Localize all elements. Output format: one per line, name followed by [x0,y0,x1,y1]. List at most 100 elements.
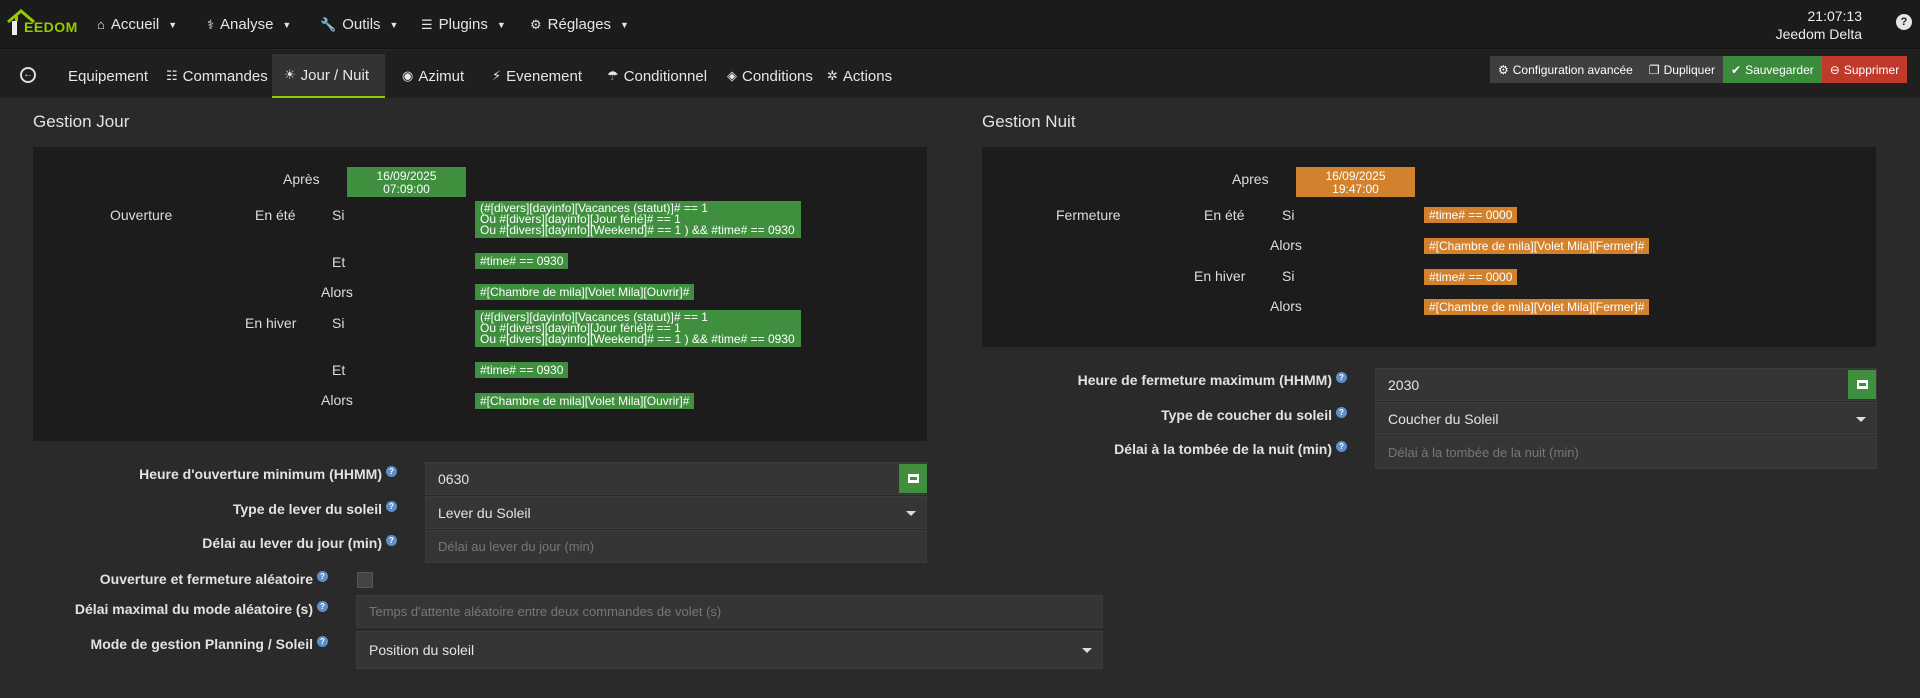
gestion-nuit-title: Gestion Nuit [982,112,1076,131]
ouverture-min-picker-button[interactable] [899,464,927,493]
alors-label: Alors [1270,237,1302,253]
clock: 21:07:13 Jeedom Delta [1776,7,1862,43]
alors-label: Alors [1270,298,1302,314]
menu-label: Plugins [438,16,488,33]
delai-nuit-input[interactable]: Délai à la tombée de la nuit (min) [1375,436,1877,469]
caret-down-icon: ▼ [620,19,629,30]
ete-si-condition: #time# == 0000 [1424,207,1518,223]
fermeture-max-input[interactable]: 2030 [1375,368,1877,401]
help-circle-icon[interactable]: ? [386,466,397,477]
sun-icon: ☀ [284,67,296,82]
lever-type-select[interactable]: Lever du Soleil [425,496,927,529]
caret-down-icon: ▼ [282,19,292,30]
tab-evenement[interactable]: ⚡ Evenement [480,54,594,98]
menu-analyse[interactable]: ⚕ Analyse ▼ [207,0,291,49]
lever-type-label: Type de lever du soleil? [80,501,397,517]
menu-label: Accueil [110,16,160,33]
jour-summary-panel: Après 16/09/2025 07:09:00 Ouverture En é… [33,147,927,441]
ete-label: En été [255,207,296,223]
tab-jour-nuit[interactable]: ☀ Jour / Nuit [272,54,385,98]
save-button[interactable]: ✔ Sauvegarder [1723,56,1822,83]
menu-outils[interactable]: 🔧 Outils ▼ [320,0,398,49]
delete-button[interactable]: ⊖ Supprimer [1821,56,1908,83]
ete-et-condition: #time# == 0930 [475,253,569,269]
et-label: Et [332,362,346,378]
dropdown-arrow-icon [1856,417,1866,422]
top-navbar: EEDOM ⌂ Accueil ▼ ⚕ Analyse ▼ 🔧 Outils ▼ ☰ … [0,0,1920,49]
alors-label: Alors [321,392,353,408]
tab-actions[interactable]: ✲ Actions [815,54,904,98]
umbrella-icon: ☂ [607,68,619,83]
fermeture-max-picker-button[interactable] [1848,370,1876,399]
apres-label: Après [283,171,320,187]
condition-line: Ou #[divers][dayinfo][Weekend]# == 1 ) &… [480,223,795,237]
tab-equipement[interactable]: Equipement [56,54,160,98]
et-label: Et [332,254,346,270]
caret-down-icon: ▼ [389,19,399,30]
help-circle-icon[interactable]: ? [386,535,397,546]
back-arrow-icon[interactable]: ← [20,67,36,83]
cube-icon: ◈ [727,68,737,83]
help-circle-icon[interactable]: ? [386,501,397,512]
delai-alea-input[interactable]: Temps d'attente aléatoire entre deux com… [356,595,1103,628]
minus-circle-icon: ⊖ [1829,62,1840,77]
list-icon: ☰ [421,16,433,32]
clock-time: 21:07:13 [1807,8,1863,24]
duplicate-button[interactable]: ❐ Dupliquer [1640,56,1723,83]
button-label: Configuration avancée [1512,62,1633,77]
aleatoire-checkbox[interactable] [357,572,373,588]
help-circle-icon[interactable]: ? [1336,441,1347,452]
label-text: Type de coucher du soleil [1161,407,1332,423]
si-label: Si [1282,207,1295,223]
menu-label: Outils [342,16,381,33]
help-icon[interactable]: ? [1896,14,1912,30]
alors-label: Alors [321,284,353,300]
mode-gestion-select[interactable]: Position du soleil [356,631,1103,669]
coucher-type-select[interactable]: Coucher du Soleil [1375,402,1877,435]
advanced-config-button[interactable]: ⚙ Configuration avancée [1490,56,1641,83]
delai-lever-input[interactable]: Délai au lever du jour (min) [425,530,927,563]
cog-icon: ✲ [827,68,838,83]
menu-plugins[interactable]: ☰ Plugins ▼ [421,0,506,49]
list-alt-icon [907,474,919,483]
delai-lever-label: Délai au lever du jour (min)? [80,535,397,551]
list-alt-icon [1856,380,1868,389]
select-value: Position du soleil [369,642,475,658]
help-circle-icon[interactable]: ? [317,636,328,647]
caret-down-icon: ▼ [168,19,178,30]
help-circle-icon[interactable]: ? [1336,372,1347,383]
ouverture-min-label: Heure d'ouverture minimum (HHMM)? [80,466,397,482]
input-value: 2030 [1388,376,1420,393]
aleatoire-label: Ouverture et fermeture aléatoire? [30,571,328,587]
wrench-icon: 🔧 [320,16,337,32]
hiver-si-condition: #time# == 0000 [1424,269,1518,285]
help-circle-icon[interactable]: ? [317,571,328,582]
jour-date-box: 16/09/2025 07:09:00 [347,167,466,197]
menu-reglages[interactable]: ⚙ Réglages ▼ [530,0,629,49]
nuit-time: 19:47:00 [1332,182,1379,196]
menu-accueil[interactable]: ⌂ Accueil ▼ [97,0,177,49]
tab-commandes[interactable]: ☷ Commandes [154,54,280,98]
tab-conditions[interactable]: ◈ Conditions [715,54,825,98]
stethoscope-icon: ⚕ [207,16,215,32]
label-text: Mode de gestion Planning / Soleil [90,636,313,652]
label-text: Délai à la tombée de la nuit (min) [1114,441,1332,457]
coucher-type-label: Type de coucher du soleil? [1030,407,1347,423]
hiver-si-condition: (#[divers][dayinfo][Vacances (statut)]# … [475,310,801,347]
tab-label: Equipement [68,67,149,85]
hiver-label: En hiver [245,315,297,331]
hiver-label: En hiver [1194,268,1246,284]
tab-conditionnel[interactable]: ☂ Conditionnel [595,54,719,98]
system-name[interactable]: Jeedom Delta [1776,25,1862,43]
delai-alea-label: Délai maximal du mode aléatoire (s)? [30,601,328,617]
check-circle-icon: ✔ [1731,62,1742,77]
menu-label: Réglages [547,16,612,33]
si-label: Si [332,315,345,331]
ouverture-min-input[interactable]: 0630 [425,462,927,495]
input-placeholder: Délai au lever du jour (min) [438,539,595,554]
help-circle-icon[interactable]: ? [1336,407,1347,418]
jeedom-logo[interactable]: EEDOM [6,6,82,42]
help-circle-icon[interactable]: ? [317,601,328,612]
tab-label: Actions [842,67,893,85]
tab-azimut[interactable]: ◉ Azimut [390,54,476,98]
